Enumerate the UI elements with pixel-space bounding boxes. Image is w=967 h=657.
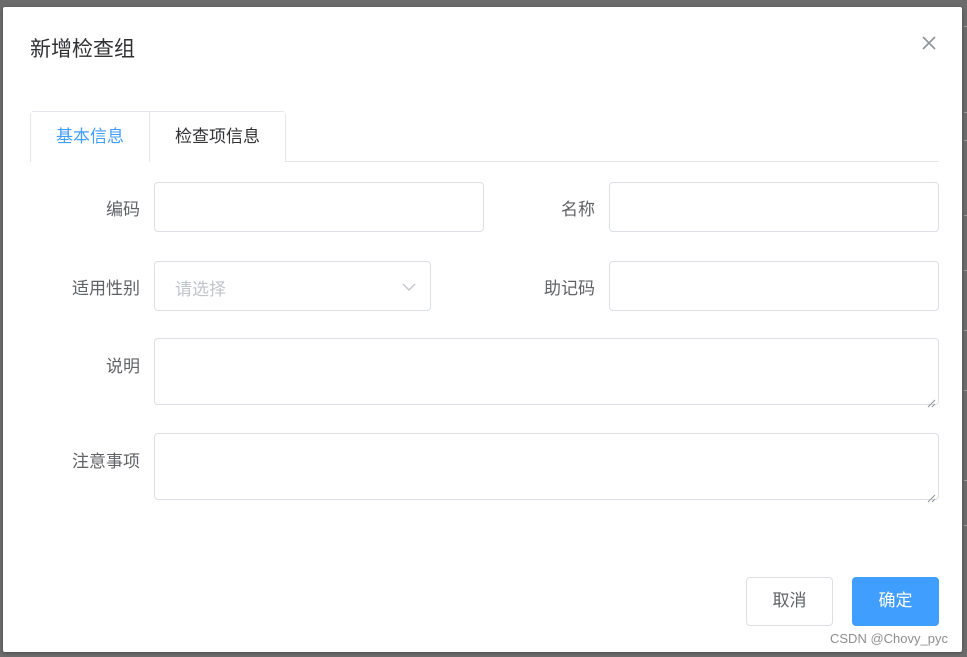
gender-label: 适用性别 [72, 279, 140, 299]
description-textarea[interactable] [154, 338, 939, 408]
description-label: 说明 [106, 357, 140, 377]
close-icon[interactable] [918, 32, 940, 54]
code-input[interactable] [154, 182, 484, 232]
confirm-button[interactable]: 确定 [852, 577, 939, 626]
mnemonic-input[interactable] [609, 261, 939, 311]
tabs: 基本信息 检查项信息 [30, 111, 939, 163]
mnemonic-label: 助记码 [544, 279, 595, 299]
gender-select[interactable]: 请选择 [154, 261, 431, 311]
chevron-down-icon [402, 279, 416, 293]
tab-check-items[interactable]: 检查项信息 [149, 112, 285, 162]
dialog-title: 新增检查组 [30, 37, 135, 61]
add-check-group-dialog: 新增检查组 基本信息 检查项信息 编码 名称 适用性别 请选择 助记码 说明 注… [3, 7, 962, 652]
name-label: 名称 [561, 200, 595, 220]
notes-label: 注意事项 [72, 452, 140, 472]
name-input[interactable] [609, 182, 939, 232]
gender-select-placeholder: 请选择 [175, 280, 226, 300]
cancel-button[interactable]: 取消 [746, 577, 833, 626]
tab-basic-info[interactable]: 基本信息 [31, 112, 149, 163]
code-label: 编码 [106, 200, 140, 220]
resize-grip-icon[interactable] [927, 393, 936, 408]
tabs-nav: 基本信息 检查项信息 [30, 111, 286, 163]
watermark: CSDN @Chovy_pyc [830, 631, 948, 646]
resize-grip-icon[interactable] [927, 488, 936, 503]
notes-textarea[interactable] [154, 433, 939, 503]
